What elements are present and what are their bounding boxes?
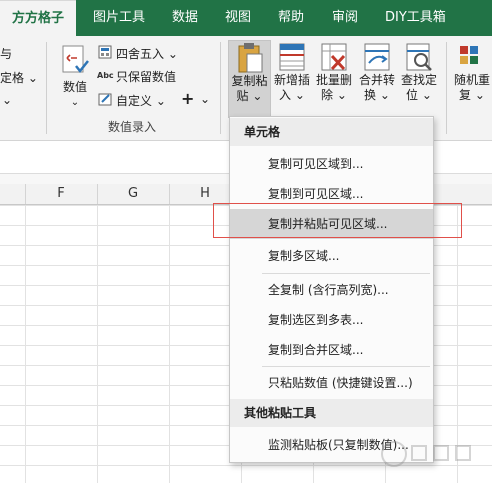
round-icon — [98, 45, 112, 59]
tab-diy-toolbox[interactable]: DIY工具箱 — [385, 0, 446, 36]
tab-help[interactable]: 帮助 — [278, 0, 304, 36]
ribbon-tab-bar: 方方格子 图片工具 数据 视图 帮助 审阅 DIY工具箱 — [0, 0, 492, 37]
delete-table-icon — [321, 43, 347, 71]
menu-section-cells: 单元格 — [230, 118, 433, 146]
random-repeat-label-2: 复 ⌄ — [459, 88, 485, 102]
random-icon — [460, 46, 478, 64]
chevron-down-icon[interactable]: ⌄ — [200, 92, 210, 106]
merge-convert-label-1: 合并转 — [358, 73, 395, 87]
highlight-callout — [213, 203, 462, 238]
custom-icon — [98, 92, 112, 106]
menu-item-copy-to-merged[interactable]: 复制到合并区域... — [230, 335, 433, 365]
numeric-button-label: 数值 — [62, 80, 87, 94]
numeric-icon — [62, 45, 89, 74]
menu-item-copy-to-sheets[interactable]: 复制选区到多表... — [230, 305, 433, 335]
custom-button[interactable]: 自定义 ⌄ — [116, 92, 166, 109]
column-header-g[interactable]: G — [97, 184, 170, 204]
menu-item-full-copy[interactable]: 全复制 (含行高列宽)... — [230, 275, 433, 305]
find-locate-button[interactable]: 查找定 位 ⌄ — [398, 40, 440, 116]
separator — [220, 42, 221, 134]
watermark-logo — [381, 441, 471, 467]
clipboard-icon — [238, 43, 262, 73]
random-repeat-label-1: 随机重 — [453, 73, 490, 87]
menu-section-other-paste: 其他粘贴工具 — [230, 399, 433, 427]
menu-separator — [262, 366, 430, 367]
tab-data[interactable]: 数据 — [172, 0, 198, 36]
menu-item-paste-values-only[interactable]: 只粘贴数值 (快捷键设置...) — [230, 368, 433, 398]
chevron-down-icon: ⌄ — [70, 97, 80, 108]
find-locate-label-2: 位 ⌄ — [406, 88, 432, 102]
keep-value-button[interactable]: 只保留数值 — [116, 68, 176, 85]
tab-review[interactable]: 审阅 — [332, 0, 358, 36]
batch-delete-button[interactable]: 批量删 除 ⌄ — [313, 40, 355, 116]
batch-delete-label-1: 批量删 — [315, 73, 352, 87]
tab-fangfanggezi[interactable]: 方方格子 — [0, 0, 76, 37]
plus-button[interactable]: + — [181, 89, 194, 108]
find-icon — [406, 43, 432, 71]
column-header-f[interactable]: F — [25, 184, 98, 204]
tab-picture-tools[interactable]: 图片工具 — [93, 0, 145, 36]
menu-item-copy-visible-to[interactable]: 复制可见区域到... — [230, 149, 433, 179]
numeric-button[interactable]: 数值 ⌄ — [57, 42, 93, 128]
batch-delete-label-2: 除 ⌄ — [321, 88, 347, 102]
random-repeat-button[interactable]: 随机重 复 ⌄ — [452, 40, 492, 116]
column-header-partial[interactable] — [0, 184, 26, 204]
insert-blank-button[interactable]: 新增插 入 ⌄ — [271, 40, 313, 116]
partial-label-2[interactable]: 定格 ⌄ — [0, 69, 38, 86]
partial-dropdown-icon[interactable]: ⌄ — [2, 93, 12, 107]
copy-paste-button[interactable]: 复制粘 贴 ⌄ — [228, 40, 271, 118]
partial-label-1[interactable]: 与 — [0, 45, 12, 62]
merge-convert-button[interactable]: 合并转 换 ⌄ — [356, 40, 398, 116]
insert-blank-label-1: 新增插 — [273, 73, 310, 87]
merge-convert-label-2: 换 ⌄ — [364, 88, 390, 102]
merge-convert-icon — [364, 43, 390, 71]
round-button[interactable]: 四舍五入 ⌄ — [116, 45, 178, 62]
group-label-numeric: 数值录入 — [108, 120, 157, 134]
separator — [46, 42, 47, 134]
insert-rows-icon — [279, 43, 305, 71]
keep-value-icon: Abc — [97, 71, 114, 80]
copy-paste-label-2: 贴 ⌄ — [236, 89, 263, 103]
insert-blank-label-2: 入 ⌄ — [279, 88, 305, 102]
copy-paste-label-1: 复制粘 — [231, 74, 268, 88]
menu-separator — [262, 273, 430, 274]
find-locate-label-1: 查找定 — [400, 73, 437, 87]
separator — [446, 42, 447, 134]
menu-item-copy-multi-range[interactable]: 复制多区域... — [230, 241, 433, 271]
tab-view[interactable]: 视图 — [225, 0, 251, 36]
copy-paste-menu: 单元格 复制可见区域到... 复制到可见区域... 复制并粘贴可见区域... 复… — [229, 116, 434, 463]
